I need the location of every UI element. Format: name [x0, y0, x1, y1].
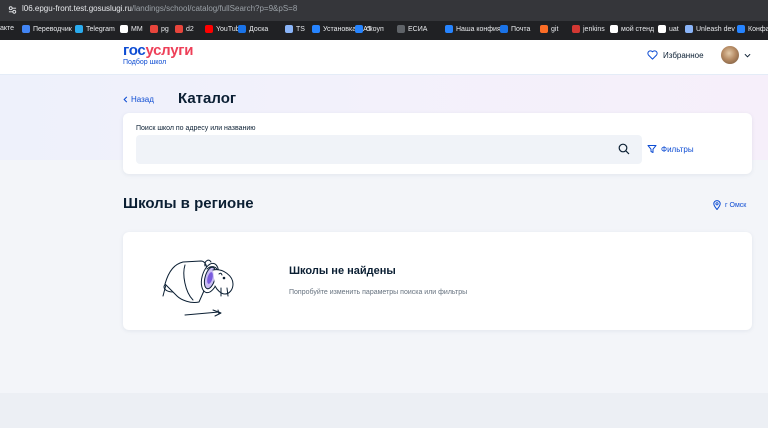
bookmark-label: d2 [186, 25, 194, 33]
bookmark-favicon-icon [685, 25, 693, 33]
bookmark-item[interactable]: Unleash dev [685, 25, 735, 33]
bookmark-item[interactable]: MM [120, 25, 143, 33]
bookmark-label: мой стенд [621, 25, 655, 33]
region-label: г Омск [725, 201, 747, 209]
bookmark-favicon-icon [175, 25, 183, 33]
search-label: Поиск школ по адресу или названию [136, 125, 256, 132]
bookmark-item[interactable]: Доска [238, 25, 268, 33]
bookmark-favicon-icon [312, 25, 320, 33]
bookmark-label: Доска [249, 25, 269, 33]
bookmark-label: MM [131, 25, 143, 33]
bookmark-item[interactable]: Переводчик [22, 25, 72, 33]
favorites-label: Избранное [663, 50, 704, 60]
bookmark-item[interactable]: pg [150, 25, 169, 33]
bookmark-favicon-icon [205, 25, 213, 33]
bookmark-item[interactable]: d2 [175, 25, 194, 33]
logo-part-uslugi: услуги [145, 42, 194, 59]
favorites-link[interactable]: Избранное [647, 50, 704, 60]
bookmark-item[interactable]: uat [658, 25, 679, 33]
browser-chrome: l06.epgu-front.test.gosuslugi.ru/landing… [0, 0, 768, 40]
bookmark-label: ЕСИА [408, 25, 428, 33]
bookmark-favicon-icon [397, 25, 405, 33]
bookmark-favicon-icon [610, 25, 618, 33]
bookmark-favicon-icon [737, 25, 745, 33]
search-icon[interactable] [618, 143, 630, 155]
bookmark-item[interactable]: скоуп [355, 25, 384, 33]
bookmark-item[interactable]: TS [285, 25, 305, 33]
site-info-icon[interactable] [8, 5, 17, 15]
url-text[interactable]: l06.epgu-front.test.gosuslugi.ru/landing… [22, 4, 297, 13]
bookmark-favicon-icon [540, 25, 548, 33]
bookmark-label: pg [161, 25, 169, 33]
logo-part-gos: гос [123, 42, 146, 59]
empty-state-title: Школы не найдены [289, 265, 396, 277]
bookmark-favicon-icon [445, 25, 453, 33]
bookmark-item[interactable]: git [540, 25, 558, 33]
back-link[interactable]: Назад [123, 95, 154, 104]
chevron-down-icon[interactable] [744, 52, 751, 59]
avatar[interactable] [721, 46, 739, 64]
bookmark-label: Конфа [748, 25, 768, 33]
site-header: госуслуги Подбор школ Избранное [0, 40, 768, 75]
back-label: Назад [131, 95, 154, 104]
empty-state-subtitle: Попробуйте изменить параметры поиска или… [289, 289, 468, 296]
gosuslugi-logo[interactable]: госуслуги [123, 42, 193, 59]
bookmark-favicon-icon [75, 25, 83, 33]
bookmark-item[interactable]: Наша конфия [445, 25, 501, 33]
empty-state-illustration [162, 259, 234, 317]
url-path: /landings/school/catalog/fullSearch?p=9&… [131, 4, 298, 13]
chevron-left-icon [123, 96, 128, 103]
filters-button[interactable]: Фильтры [647, 144, 694, 154]
heart-icon [647, 50, 658, 60]
bookmark-favicon-icon [150, 25, 158, 33]
bookmark-label: uat [669, 25, 679, 33]
bookmark-favicon-icon [500, 25, 508, 33]
bookmark-label: TS [296, 25, 305, 33]
bookmark-label: git [551, 25, 559, 33]
section-title: Школы в регионе [123, 195, 254, 212]
logo-subtitle: Подбор школ [123, 59, 167, 66]
filters-label: Фильтры [661, 144, 694, 154]
bookmark-favicon-icon [355, 25, 363, 33]
bookmark-item[interactable]: Почта [500, 25, 530, 33]
location-pin-icon [713, 200, 721, 210]
footer [0, 393, 768, 428]
bookmark-label: скоуп [366, 25, 384, 33]
bookmark-label: Наша конфия [456, 25, 501, 33]
filter-icon [647, 145, 657, 153]
bookmark-label: jenkins [583, 25, 605, 33]
page-title: Каталог [178, 90, 237, 107]
bookmark-label: Переводчик [33, 25, 72, 33]
bookmark-favicon-icon [120, 25, 128, 33]
bookmark-item[interactable]: акте [0, 25, 14, 32]
bookmark-item[interactable]: jenkins [572, 25, 605, 33]
bookmarks-bar: акте Переводчик Telegram MM pg d2 YouTube Доска… [0, 21, 768, 40]
search-input[interactable] [136, 135, 642, 164]
bookmark-label: Unleash dev [696, 25, 735, 33]
bookmark-favicon-icon [572, 25, 580, 33]
bookmark-label: акте [0, 25, 15, 32]
region-selector[interactable]: г Омск [713, 200, 746, 210]
bookmark-item[interactable]: ЕСИА [397, 25, 427, 33]
bookmark-favicon-icon [22, 25, 30, 33]
bookmark-label: Почта [511, 25, 531, 33]
bookmark-favicon-icon [238, 25, 246, 33]
address-bar[interactable]: l06.epgu-front.test.gosuslugi.ru/landing… [0, 0, 768, 21]
bookmark-item[interactable]: мой стенд [610, 25, 654, 33]
bookmark-label: Telegram [86, 25, 115, 33]
bookmark-item[interactable]: Telegram [75, 25, 115, 33]
bookmark-favicon-icon [285, 25, 293, 33]
bookmark-item[interactable]: Конфа [737, 25, 768, 33]
bookmark-favicon-icon [658, 25, 666, 33]
url-host: l06.epgu-front.test.gosuslugi.ru [22, 4, 132, 13]
